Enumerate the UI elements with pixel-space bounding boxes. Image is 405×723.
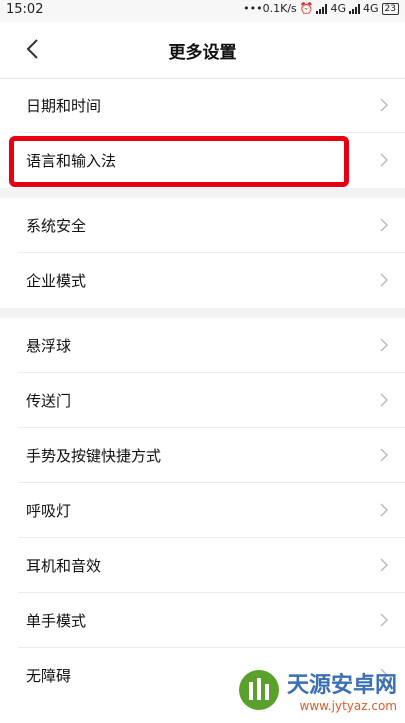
settings-row-label: 传送门 xyxy=(26,392,72,410)
settings-row-label: 手势及按键快捷方式 xyxy=(26,447,162,465)
alarm-icon: ⏰ xyxy=(299,2,314,15)
battery-icon: 23 xyxy=(381,2,399,15)
settings-row-label: 无障碍 xyxy=(26,667,72,685)
settings-row[interactable]: 企业模式 xyxy=(0,253,405,308)
network-type-1: 4G xyxy=(330,2,347,15)
settings-row-label: 系统安全 xyxy=(26,217,87,235)
header-divider xyxy=(0,78,405,79)
group-gap xyxy=(0,188,405,198)
status-bar: 15:02 •••0.1K/s ⏰ 4G 4G 23 xyxy=(0,0,405,22)
network-type-2: 4G xyxy=(363,2,379,15)
settings-row[interactable]: 语言和输入法 xyxy=(0,133,405,188)
settings-row-label: 悬浮球 xyxy=(26,337,72,355)
header: 更多设置 xyxy=(0,22,405,78)
settings-row-label: 语言和输入法 xyxy=(26,152,117,170)
settings-row[interactable]: 单手模式 xyxy=(0,593,405,648)
signal-icon-2 xyxy=(349,3,361,14)
chevron-right-icon xyxy=(380,273,389,287)
settings-row-label: 耳机和音效 xyxy=(26,557,102,575)
chevron-right-icon xyxy=(380,448,389,462)
watermark-title: 天源安卓网 xyxy=(286,673,397,698)
settings-row-label: 呼吸灯 xyxy=(26,502,72,520)
page-title: 更多设置 xyxy=(168,43,237,63)
watermark-url: www.jytyaz.com xyxy=(299,699,398,713)
settings-row-label: 单手模式 xyxy=(26,612,87,630)
settings-row-label: 企业模式 xyxy=(26,272,87,290)
chevron-right-icon xyxy=(380,218,389,232)
settings-row[interactable]: 呼吸灯 xyxy=(0,483,405,538)
settings-row-label: 日期和时间 xyxy=(26,97,102,115)
settings-row[interactable]: 日期和时间 xyxy=(0,78,405,133)
chevron-right-icon xyxy=(380,613,389,627)
group-gap xyxy=(0,308,405,318)
settings-row[interactable]: 传送门 xyxy=(0,373,405,428)
chevron-right-icon xyxy=(380,503,389,517)
status-time: 15:02 xyxy=(6,2,44,17)
chevron-right-icon xyxy=(380,393,389,407)
status-icons: •••0.1K/s ⏰ 4G 4G 23 xyxy=(243,2,399,15)
settings-row[interactable]: 悬浮球 xyxy=(0,318,405,373)
watermark: 天源安卓网 www.jytyaz.com xyxy=(237,667,397,713)
settings-row[interactable]: 耳机和音效 xyxy=(0,538,405,593)
chevron-right-icon xyxy=(380,558,389,572)
chevron-right-icon xyxy=(380,153,389,167)
settings-row[interactable]: 系统安全 xyxy=(0,198,405,253)
signal-icon xyxy=(316,3,328,14)
settings-row[interactable]: 手势及按键快捷方式 xyxy=(0,428,405,483)
chevron-right-icon xyxy=(380,338,389,352)
network-speed: •••0.1K/s xyxy=(243,2,297,15)
watermark-logo-icon xyxy=(238,670,279,710)
chevron-right-icon xyxy=(380,98,389,112)
